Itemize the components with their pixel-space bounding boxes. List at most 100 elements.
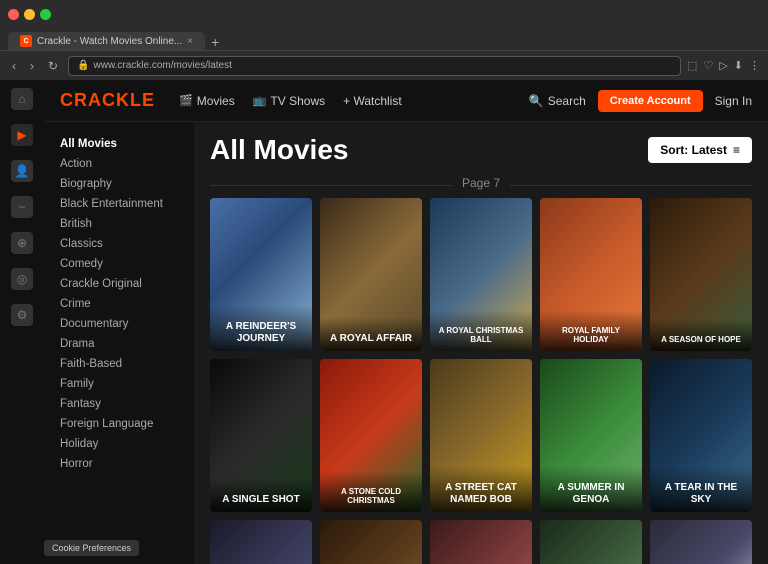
movie-card-row3c[interactable]: [430, 520, 532, 564]
nav-menu-drama[interactable]: Drama: [44, 334, 194, 354]
sidebar-icon-movies[interactable]: ▶: [11, 124, 33, 146]
movie-card-image: [540, 520, 642, 564]
movie-card-image: A ROYAL AFFAIR: [320, 198, 422, 351]
movie-card-image: A REINDEER'S JOURNEY: [210, 198, 312, 351]
nav-menu-crackle-original[interactable]: Crackle Original: [44, 274, 194, 294]
maximize-window-button[interactable]: [40, 9, 51, 20]
browser-traffic-lights: [0, 0, 768, 28]
movie-card-row3a[interactable]: [210, 520, 312, 564]
download-icon[interactable]: ⬇: [734, 59, 743, 72]
movie-card-tear-sky[interactable]: A TEAR IN THE SKY: [650, 359, 752, 512]
movie-title: ROYAL FAMILY HOLIDAY: [540, 310, 642, 351]
movie-title: A SINGLE SHOT: [210, 478, 312, 512]
screenshot-icon[interactable]: ⬚: [687, 59, 697, 72]
nav-menu-comedy[interactable]: Comedy: [44, 254, 194, 274]
minimize-window-button[interactable]: [24, 9, 35, 20]
search-label: Search: [548, 94, 586, 108]
movie-card-row3d[interactable]: [540, 520, 642, 564]
address-bar[interactable]: 🔒 www.crackle.com/movies/latest: [68, 56, 681, 76]
page-indicator: Page 7: [194, 172, 768, 198]
movie-card-stone-cold[interactable]: A STONE COLD CHRISTMAS: [320, 359, 422, 512]
movie-card-reindeer[interactable]: A REINDEER'S JOURNEY: [210, 198, 312, 351]
nav-tvshows-label: TV Shows: [270, 94, 325, 108]
movie-grid-row1: A REINDEER'S JOURNEY A ROYAL AFFAIR A RO…: [194, 198, 768, 351]
nav-menu-action[interactable]: Action: [44, 154, 194, 174]
app-container: CRACKLE 🎬 Movies 📺 TV Shows + Watchlist …: [44, 80, 768, 564]
window-controls: [8, 9, 51, 20]
heart-icon[interactable]: ♡: [703, 59, 713, 72]
movie-card-row3b[interactable]: [320, 520, 422, 564]
tvshows-icon: 📺: [253, 94, 267, 107]
reload-button[interactable]: ↻: [44, 57, 62, 75]
movie-card-image: A STREET CAT NAMED BOB: [430, 359, 532, 512]
page-label: Page 7: [452, 176, 510, 190]
movie-card-image: A SEASON OF HOPE: [650, 198, 752, 351]
tab-close-button[interactable]: ×: [187, 36, 193, 47]
nav-menu-classics[interactable]: Classics: [44, 234, 194, 254]
search-button[interactable]: 🔍 Search: [529, 94, 586, 108]
nav-menu-crime[interactable]: Crime: [44, 294, 194, 314]
movie-card-season-hope[interactable]: A SEASON OF HOPE: [650, 198, 752, 351]
back-button[interactable]: ‹: [8, 57, 20, 75]
forward-button[interactable]: ›: [26, 57, 38, 75]
movie-card-image: [320, 520, 422, 564]
movie-title: A STONE COLD CHRISTMAS: [320, 471, 422, 512]
nav-menu-documentary[interactable]: Documentary: [44, 314, 194, 334]
nav-movies[interactable]: 🎬 Movies: [179, 94, 235, 108]
sign-in-button[interactable]: Sign In: [715, 94, 752, 108]
nav-menu-holiday[interactable]: Holiday: [44, 434, 194, 454]
movie-card-single-shot[interactable]: A SINGLE SHOT: [210, 359, 312, 512]
nav-menu-british[interactable]: British: [44, 214, 194, 234]
nav-watchlist[interactable]: + Watchlist: [343, 94, 402, 108]
browser-toolbar: ‹ › ↻ 🔒 www.crackle.com/movies/latest ⬚ …: [0, 50, 768, 80]
content-area: All Movies Action Biography Black Entert…: [44, 122, 768, 564]
nav-menu-all-movies[interactable]: All Movies: [44, 134, 194, 154]
menu-icon[interactable]: ⋮: [749, 59, 760, 72]
movies-icon: 🎬: [179, 94, 193, 107]
movie-title: A SUMMER IN GENOA: [540, 466, 642, 512]
sidebar-icon-circle[interactable]: ◎: [11, 268, 33, 290]
nav-menu-family[interactable]: Family: [44, 374, 194, 394]
movie-card-image: [430, 520, 532, 564]
movie-card-royal-christmas[interactable]: A ROYAL CHRISTMAS BALL: [430, 198, 532, 351]
main-content: All Movies Sort: Latest ≡ Page 7 A REIND…: [194, 122, 768, 564]
sidebar-icon-home[interactable]: ⌂: [11, 88, 33, 110]
new-tab-button[interactable]: +: [205, 34, 225, 50]
create-account-button[interactable]: Create Account: [598, 90, 703, 112]
movies-title: All Movies: [210, 134, 348, 166]
movie-card-royal-family[interactable]: ROYAL FAMILY HOLIDAY: [540, 198, 642, 351]
play-icon[interactable]: ▷: [719, 59, 727, 72]
nav-menu-fantasy[interactable]: Fantasy: [44, 394, 194, 414]
movie-card-white-day[interactable]: A WHITE, WHITE DAY: [650, 520, 752, 564]
left-sidebar: ⌂ ▶ 👤 − ⊕ ◎ ⚙: [0, 80, 44, 564]
sort-button[interactable]: Sort: Latest ≡: [648, 137, 752, 163]
active-browser-tab[interactable]: C Crackle - Watch Movies Online... ×: [8, 32, 205, 50]
movie-title: A TEAR IN THE SKY: [650, 466, 752, 512]
movie-card-summer-genoa[interactable]: A SUMMER IN GENOA: [540, 359, 642, 512]
sidebar-icon-minus[interactable]: −: [11, 196, 33, 218]
movie-card-royal-affair[interactable]: A ROYAL AFFAIR: [320, 198, 422, 351]
movie-title: A STREET CAT NAMED BOB: [430, 466, 532, 512]
tab-title: Crackle - Watch Movies Online...: [37, 36, 182, 47]
sidebar-icon-settings[interactable]: ⚙: [11, 304, 33, 326]
nav-menu-horror[interactable]: Horror: [44, 454, 194, 474]
crackle-logo: CRACKLE: [60, 90, 155, 111]
sidebar-icon-user[interactable]: 👤: [11, 160, 33, 182]
nav-menu-faith-based[interactable]: Faith-Based: [44, 354, 194, 374]
movie-card-street-cat[interactable]: A STREET CAT NAMED BOB: [430, 359, 532, 512]
nav-menu-foreign-language[interactable]: Foreign Language: [44, 414, 194, 434]
sort-icon: ≡: [733, 143, 740, 157]
close-window-button[interactable]: [8, 9, 19, 20]
nav-menu-biography[interactable]: Biography: [44, 174, 194, 194]
app-header: CRACKLE 🎬 Movies 📺 TV Shows + Watchlist …: [44, 80, 768, 122]
nav-tvshows[interactable]: 📺 TV Shows: [253, 94, 325, 108]
url-text: www.crackle.com/movies/latest: [94, 60, 232, 71]
movie-title: A SEASON OF HOPE: [650, 319, 752, 351]
cookie-preferences-button[interactable]: Cookie Preferences: [44, 540, 139, 556]
nav-menu-black-entertainment[interactable]: Black Entertainment: [44, 194, 194, 214]
movie-card-image: ROYAL FAMILY HOLIDAY: [540, 198, 642, 351]
movie-card-image: A SINGLE SHOT: [210, 359, 312, 512]
nav-watchlist-label: + Watchlist: [343, 94, 402, 108]
movie-grid-row2: A SINGLE SHOT A STONE COLD CHRISTMAS A S…: [194, 359, 768, 512]
sidebar-icon-search[interactable]: ⊕: [11, 232, 33, 254]
